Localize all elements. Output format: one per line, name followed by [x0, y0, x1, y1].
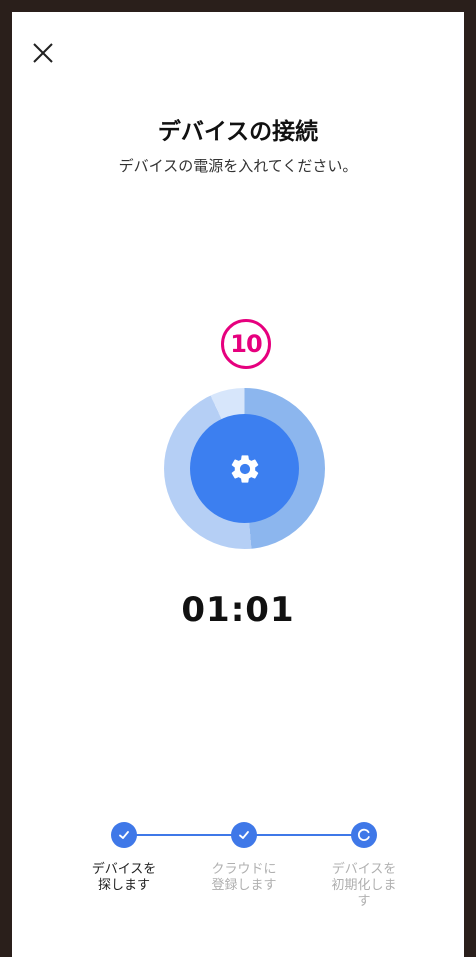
countdown-timer: 01:01: [181, 590, 295, 630]
annotation-number-badge: 10: [221, 319, 271, 369]
spinner-icon: [357, 828, 370, 841]
step-2-label: クラウドに登録します: [211, 862, 277, 893]
step-3-label: デバイスを初期化します: [331, 862, 397, 909]
check-icon: [239, 831, 249, 839]
page-title: デバイスの接続: [157, 119, 319, 145]
step-1: デバイスを探します: [64, 822, 184, 894]
step-1-indicator: [111, 822, 137, 848]
step-1-label: デバイスを探します: [91, 862, 157, 893]
step-2-indicator: [231, 822, 257, 848]
step-2: クラウドに登録します: [184, 822, 304, 894]
close-button[interactable]: [30, 40, 56, 66]
gear-icon: [231, 454, 258, 483]
screen: デバイスの接続 デバイスの電源を入れてください。 10 01:01 デバイスを探…: [12, 12, 464, 957]
close-icon: [33, 43, 53, 63]
step-progress: デバイスを探します クラウドに登録します デバイスを初期化します: [12, 808, 464, 918]
check-icon: [119, 831, 129, 839]
step-3: デバイスを初期化します: [304, 822, 424, 910]
device-status-circle: [190, 414, 299, 523]
page-subtitle: デバイスの電源を入れてください。: [118, 157, 358, 175]
step-3-indicator: [351, 822, 377, 848]
